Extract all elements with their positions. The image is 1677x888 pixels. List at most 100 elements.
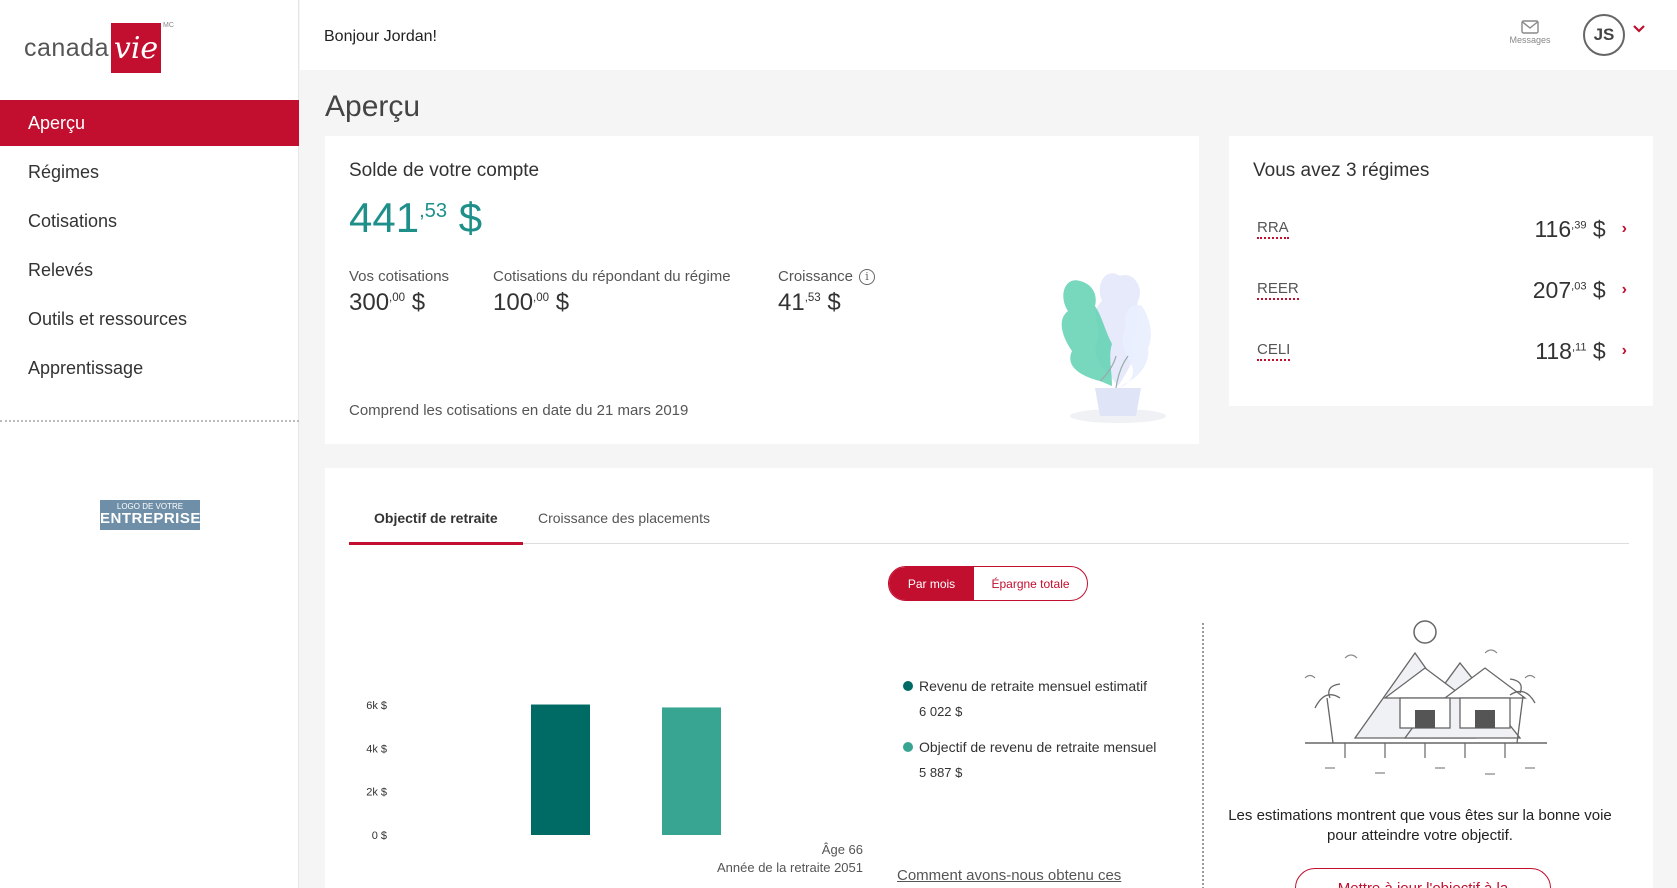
regime-name[interactable]: RRA bbox=[1257, 219, 1289, 239]
legend-label: Revenu de retraite mensuel estimatif bbox=[919, 678, 1147, 694]
sidebar-item-apprentissage[interactable]: Apprentissage bbox=[0, 345, 299, 391]
regime-currency: $ bbox=[1592, 337, 1606, 364]
regime-currency: $ bbox=[1592, 215, 1606, 242]
legend-label: Objectif de revenu de retraite mensuel bbox=[919, 739, 1157, 755]
sidebar-item-apercu[interactable]: Aperçu bbox=[0, 100, 299, 146]
metric-dec: ,00 bbox=[389, 292, 406, 304]
regime-row-reer[interactable]: REER 207,03 $ › bbox=[1257, 275, 1627, 305]
avatar[interactable]: JS bbox=[1583, 14, 1625, 56]
chevron-right-icon[interactable]: › bbox=[1622, 220, 1627, 238]
metric-dec: ,00 bbox=[533, 292, 550, 304]
regimes-title: Vous avez 3 régimes bbox=[1253, 160, 1430, 181]
chart-bar bbox=[662, 707, 721, 835]
regime-int: 207 bbox=[1532, 276, 1572, 303]
tab-croissance-placements[interactable]: Croissance des placements bbox=[513, 508, 735, 544]
regime-value: 207,03 $ bbox=[1533, 277, 1606, 304]
update-goal-button[interactable]: Mettre à jour l'objectif à la bbox=[1295, 868, 1551, 888]
regime-int: 116 bbox=[1534, 215, 1572, 242]
vertical-divider bbox=[1202, 623, 1204, 888]
legend-item-objectif: Objectif de revenu de retraite mensuel 5… bbox=[903, 739, 1156, 780]
chart-bar bbox=[531, 704, 590, 835]
metric-cotisations-repondant: Cotisations du répondant du régime 100,0… bbox=[493, 268, 731, 317]
regimes-card: Vous avez 3 régimes RRA 116,39 $ › REER … bbox=[1229, 136, 1653, 406]
plant-illustration bbox=[1061, 273, 1166, 423]
tab-objectif-retraite[interactable]: Objectif de retraite bbox=[349, 508, 523, 545]
metric-croissance: Croissance i 41,53 $ bbox=[778, 268, 876, 317]
legend-dot bbox=[903, 681, 913, 691]
regime-dec: ,11 bbox=[1571, 340, 1587, 353]
y-tick-label: 0 $ bbox=[372, 830, 387, 842]
balance-card: Solde de votre compte 441,53 $ Vos cotis… bbox=[325, 136, 1199, 444]
regime-name[interactable]: REER bbox=[1257, 280, 1299, 300]
metric-label: Vos cotisations bbox=[349, 268, 450, 285]
top-header: Bonjour Jordan! Messages JS bbox=[300, 0, 1677, 70]
metric-value: 41,53 $ bbox=[778, 289, 875, 317]
retirement-goal-card: Objectif de retraite Croissance des plac… bbox=[325, 468, 1653, 888]
y-tick-label: 6k $ bbox=[366, 700, 387, 712]
sidebar: canada vie MC Aperçu Régimes Cotisations… bbox=[0, 0, 299, 888]
period-toggle: Par mois Épargne totale bbox=[888, 566, 1088, 601]
metric-int: 100 bbox=[493, 289, 534, 316]
metric-vos-cotisations: Vos cotisations 300,00 $ bbox=[349, 268, 449, 317]
sidebar-item-regimes[interactable]: Régimes bbox=[0, 149, 299, 195]
metric-int: 41 bbox=[778, 289, 805, 316]
regime-value: 116,39 $ bbox=[1534, 216, 1605, 243]
toggle-par-mois[interactable]: Par mois bbox=[889, 567, 974, 600]
regime-value: 118,11 $ bbox=[1535, 338, 1605, 365]
regime-name[interactable]: CELI bbox=[1257, 341, 1291, 361]
metric-int: 300 bbox=[349, 289, 390, 316]
regime-row-rra[interactable]: RRA 116,39 $ › bbox=[1257, 214, 1627, 244]
beach-huts-illustration bbox=[1304, 620, 1547, 775]
metric-currency: $ bbox=[411, 289, 426, 316]
envelope-icon bbox=[1521, 20, 1539, 34]
legend-item-estimatif: Revenu de retraite mensuel estimatif 6 0… bbox=[903, 678, 1156, 719]
page-title: Aperçu bbox=[325, 90, 421, 123]
logo-text: canada bbox=[24, 33, 110, 62]
info-icon[interactable]: i bbox=[859, 268, 876, 285]
balance-amount: 441,53 $ bbox=[349, 194, 482, 242]
sidebar-nav: Aperçu Régimes Cotisations Relevés Outil… bbox=[0, 100, 299, 394]
chevron-right-icon[interactable]: › bbox=[1622, 281, 1627, 299]
sidebar-item-outils[interactable]: Outils et ressources bbox=[0, 296, 299, 342]
sidebar-item-cotisations[interactable]: Cotisations bbox=[0, 198, 299, 244]
metric-label: Cotisations du répondant du régime bbox=[493, 268, 731, 285]
age-label: Âge 66 bbox=[821, 842, 863, 857]
metric-value: 300,00 $ bbox=[349, 289, 449, 317]
chart-legend: Revenu de retraite mensuel estimatif 6 0… bbox=[903, 678, 1156, 800]
estimate-message: Les estimations montrent que vous êtes s… bbox=[1228, 807, 1612, 844]
legend-dot bbox=[903, 742, 913, 752]
sidebar-item-releves[interactable]: Relevés bbox=[0, 247, 299, 293]
how-calculated-link[interactable]: Comment avons-nous obtenu ces bbox=[897, 867, 1121, 884]
chevron-down-icon[interactable] bbox=[1632, 24, 1646, 34]
greeting: Bonjour Jordan! bbox=[324, 28, 437, 45]
regime-dec: ,03 bbox=[1571, 279, 1587, 292]
retirement-bar-chart: 0 $ 2k $ 4k $ 6k $ bbox=[366, 700, 721, 842]
metric-currency: $ bbox=[555, 289, 570, 316]
regime-int: 118 bbox=[1535, 337, 1572, 364]
balance-title: Solde de votre compte bbox=[349, 160, 540, 181]
balance-amount-int: 441 bbox=[349, 194, 420, 241]
balance-currency: $ bbox=[458, 194, 483, 241]
balance-amount-dec: ,53 bbox=[419, 200, 448, 222]
canada-vie-logo[interactable]: canada vie MC bbox=[24, 22, 174, 74]
messages-button[interactable]: Messages bbox=[1508, 20, 1552, 45]
regime-row-celi[interactable]: CELI 118,11 $ › bbox=[1257, 336, 1627, 366]
regime-currency: $ bbox=[1592, 276, 1606, 303]
chevron-right-icon[interactable]: › bbox=[1622, 342, 1627, 360]
goal-tabs: Objectif de retraite Croissance des plac… bbox=[349, 508, 1629, 545]
metric-currency: $ bbox=[827, 289, 841, 316]
balance-note: Comprend les cotisations en date du 21 m… bbox=[349, 402, 689, 419]
company-logo-line2: ENTREPRISE bbox=[100, 510, 201, 527]
logo-mark: MC bbox=[163, 22, 174, 29]
legend-value: 6 022 $ bbox=[919, 704, 963, 719]
retirement-year-label: Année de la retraite 2051 bbox=[717, 860, 863, 875]
sidebar-divider bbox=[0, 420, 299, 422]
legend-value: 5 887 $ bbox=[919, 765, 963, 780]
toggle-epargne-totale[interactable]: Épargne totale bbox=[974, 567, 1087, 600]
company-logo: LOGO DE VOTRE ENTREPRISE bbox=[100, 500, 200, 530]
metric-dec: ,53 bbox=[804, 292, 821, 304]
metric-label: Croissance i bbox=[778, 268, 876, 285]
messages-label: Messages bbox=[1509, 35, 1551, 45]
logo-box: vie bbox=[111, 23, 162, 73]
regime-dec: ,39 bbox=[1571, 218, 1587, 231]
